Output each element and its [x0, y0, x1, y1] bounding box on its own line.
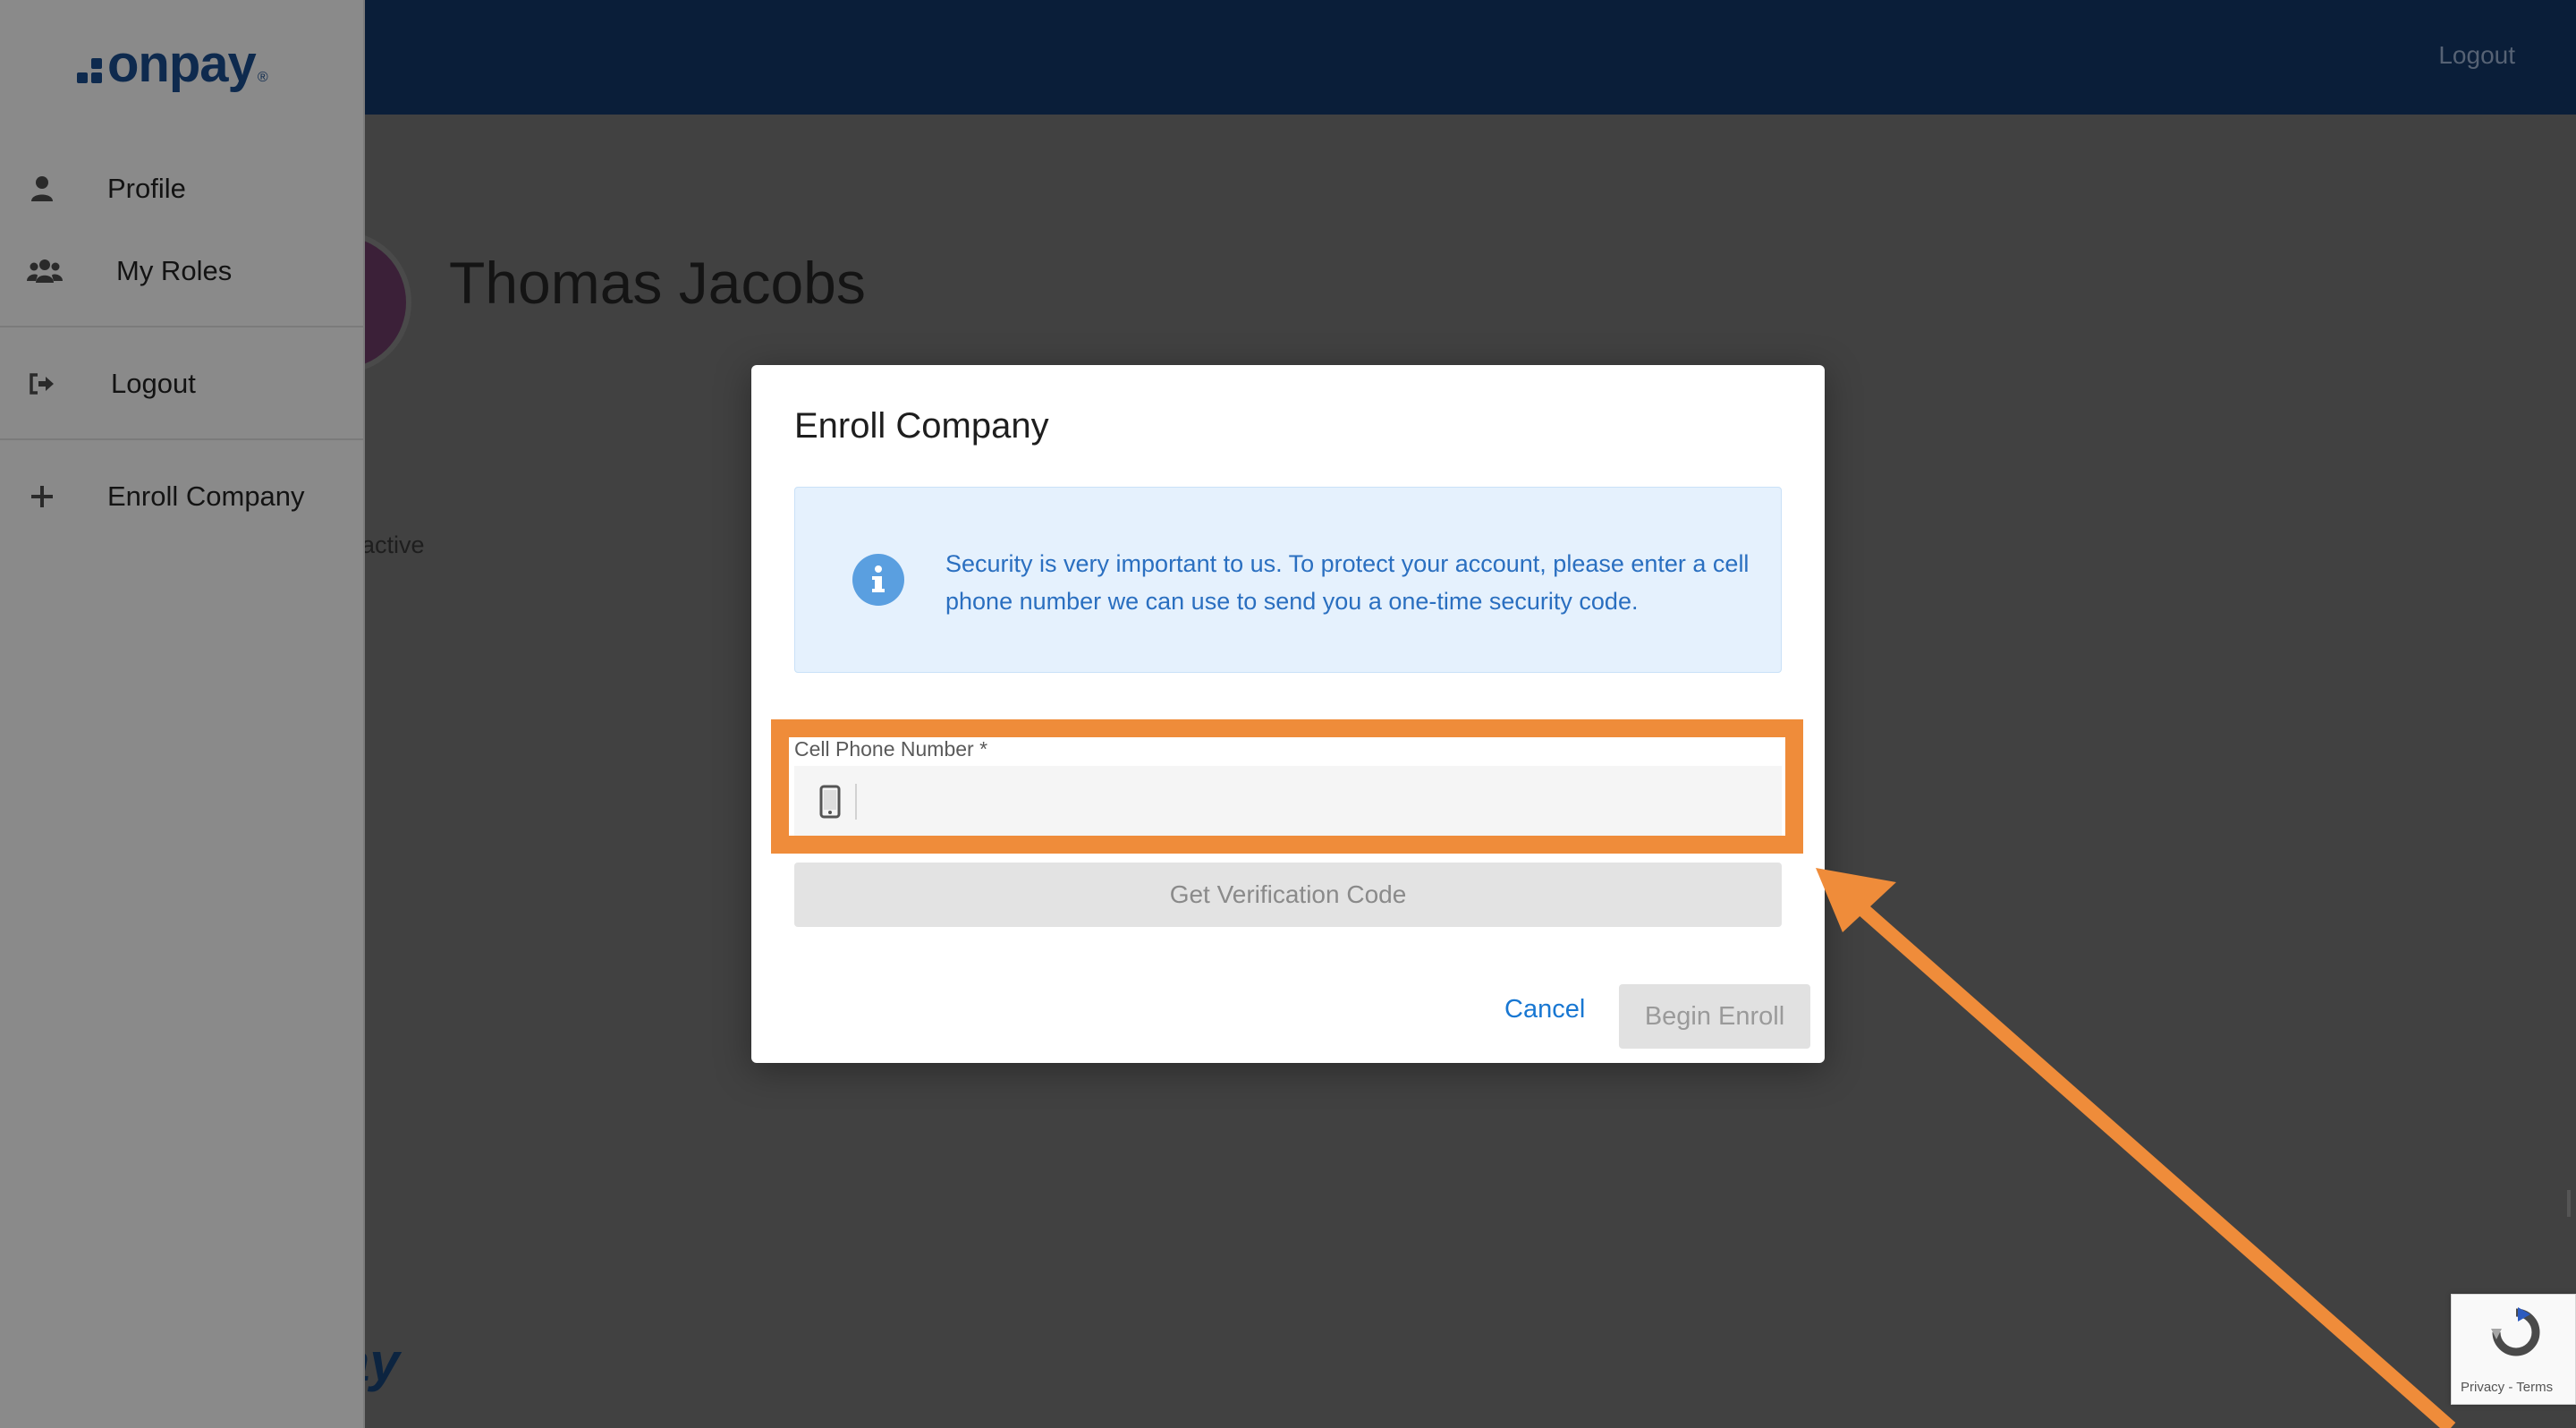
recaptcha-privacy-terms[interactable]: Privacy - Terms [2461, 1380, 2553, 1395]
annotation-arrow-icon [1816, 868, 2456, 1428]
recaptcha-icon [2491, 1307, 2540, 1356]
recaptcha-badge[interactable]: Privacy - Terms [2451, 1294, 2576, 1405]
